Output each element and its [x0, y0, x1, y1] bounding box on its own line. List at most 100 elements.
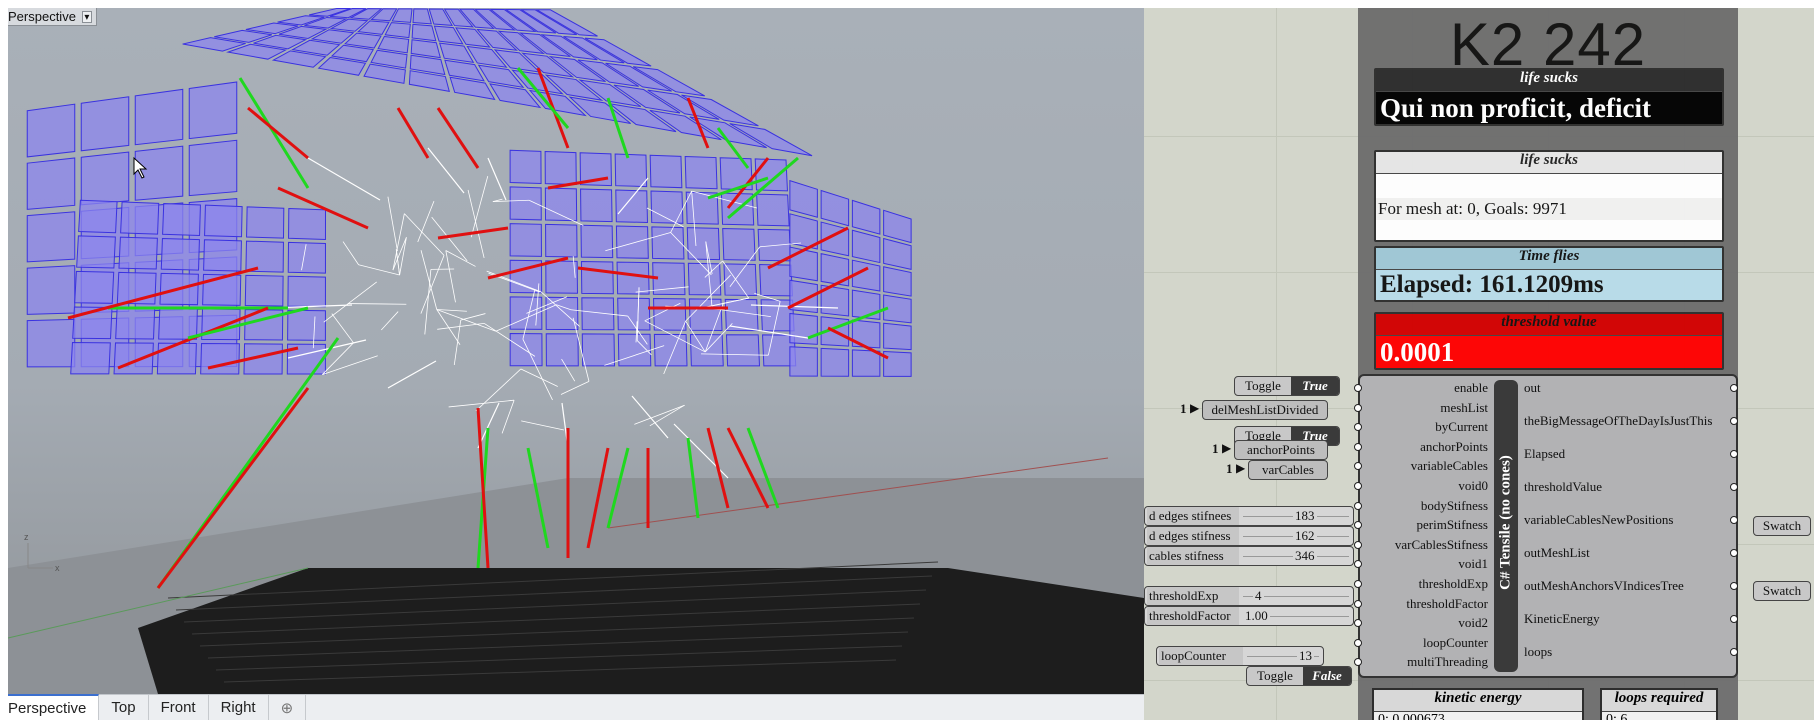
output-port[interactable]: [1730, 450, 1738, 458]
pv-cell: [26, 157, 76, 210]
pv-cell: [160, 237, 200, 271]
output-port[interactable]: [1730, 483, 1738, 491]
tab-top[interactable]: Top: [99, 695, 149, 720]
output-port[interactable]: [1730, 549, 1738, 557]
output-port[interactable]: [1730, 384, 1738, 392]
input-port[interactable]: [1354, 638, 1362, 647]
slider-track[interactable]: 346: [1239, 547, 1353, 565]
slider-track[interactable]: 4: [1239, 587, 1353, 605]
pv-cell: [162, 203, 201, 236]
output-port[interactable]: [1730, 516, 1738, 524]
input-port-label: perimStifness: [1416, 517, 1489, 533]
panel-loops-required[interactable]: loops required 0: 6: [1600, 688, 1718, 720]
input-port[interactable]: [1354, 619, 1362, 628]
pv-cell: [287, 275, 326, 308]
pv-cell: [113, 342, 154, 375]
param-3[interactable]: varCables: [1248, 460, 1328, 480]
panel-elapsed[interactable]: Time flies Elapsed: 161.1209ms: [1374, 246, 1724, 302]
input-port[interactable]: [1354, 560, 1362, 569]
pv-cell: [649, 154, 683, 189]
pv-cell: [616, 261, 650, 295]
pv-cell: [851, 259, 881, 292]
slider-value: 162: [1293, 528, 1317, 544]
swatch-2[interactable]: Swatch: [1753, 581, 1811, 601]
tab-perspective[interactable]: Perspective: [8, 694, 100, 720]
input-port[interactable]: [1354, 403, 1362, 412]
pv-cell: [688, 298, 723, 331]
csharp-tensile-component[interactable]: C# Tensile (no cones) enable meshList byCu…: [1354, 374, 1738, 678]
tab-right[interactable]: Right: [209, 695, 269, 720]
mesh-edge: [387, 360, 437, 389]
slider-track[interactable]: 183: [1239, 507, 1353, 525]
input-port[interactable]: [1354, 501, 1362, 510]
input-port[interactable]: [1354, 462, 1362, 471]
pv-cell: [789, 312, 818, 345]
input-port[interactable]: [1354, 482, 1362, 490]
pv-cell: [580, 260, 614, 295]
pv-cell: [617, 333, 652, 367]
mesh-edge: [395, 249, 400, 276]
perspective-viewport[interactable]: zx Perspective ▾: [8, 8, 1144, 694]
mesh-edge: [307, 157, 381, 201]
swatch-label: Swatch: [1762, 518, 1802, 533]
pv-cell: [244, 274, 284, 307]
toggle-3[interactable]: Toggle False: [1246, 666, 1352, 686]
pv-cell: [188, 81, 238, 140]
panel-threshold[interactable]: threshold value 0.0001: [1374, 312, 1724, 370]
param-2[interactable]: anchorPoints: [1234, 440, 1328, 460]
add-tab-button[interactable]: ⊕: [269, 695, 307, 720]
mesh-edge: [404, 213, 445, 256]
panel-kinetic-energy[interactable]: kinetic energy 0: 0.000673: [1372, 688, 1584, 720]
pv-cell: [204, 204, 243, 238]
input-port-label: void0: [1458, 478, 1488, 493]
pv-cell: [615, 225, 649, 259]
tab-front[interactable]: Front: [149, 695, 209, 720]
output-port[interactable]: [1730, 582, 1738, 590]
output-port-label: theBigMessageOfTheDayIsJustThis: [1524, 413, 1713, 428]
mesh-edge: [631, 395, 669, 439]
output-port[interactable]: [1730, 648, 1738, 656]
toggle-value[interactable]: False: [1303, 667, 1351, 685]
cable-red: [247, 106, 309, 160]
grasshopper-canvas[interactable]: K2 242 life sucks Qui non proficit, defi…: [1144, 8, 1814, 720]
slider-3[interactable]: cables stifness 346: [1144, 546, 1354, 566]
pv-cell: [246, 206, 285, 239]
input-port[interactable]: [1354, 442, 1362, 451]
right-panel: [789, 179, 912, 377]
param-count: 1: [1180, 401, 1187, 416]
input-port[interactable]: [1354, 580, 1362, 588]
panel-motto[interactable]: life sucks Qui non proficit, deficit: [1374, 68, 1724, 126]
tab-label: Perspective: [8, 699, 87, 717]
output-port-label: KineticEnergy: [1524, 611, 1600, 626]
slider-track[interactable]: 1.00: [1239, 607, 1353, 625]
pv-cell: [820, 189, 850, 227]
slider-1[interactable]: d edges stifnees 183: [1144, 506, 1354, 526]
tab-label: Front: [160, 699, 196, 716]
input-port[interactable]: [1354, 384, 1362, 392]
pv-cell: [545, 223, 578, 258]
output-port[interactable]: [1730, 417, 1738, 425]
toggle-1[interactable]: Toggle True: [1234, 376, 1340, 396]
panel-text: 0: 6: [1606, 712, 1628, 720]
param-1[interactable]: delMeshListDivided: [1202, 400, 1328, 420]
pv-cell: [789, 346, 818, 377]
slider-5[interactable]: thresholdFactor 1.00: [1144, 606, 1354, 626]
panel-header: Time flies: [1376, 248, 1722, 270]
panel-goals[interactable]: life sucks For mesh at: 0, Goals: 9971: [1374, 150, 1724, 242]
swatch-1[interactable]: Swatch: [1753, 516, 1811, 536]
input-port[interactable]: [1354, 599, 1362, 608]
pv-cell: [820, 347, 850, 377]
slider-4[interactable]: thresholdExp 4: [1144, 586, 1354, 606]
chevron-down-icon[interactable]: ▾: [81, 10, 92, 23]
input-port[interactable]: [1354, 540, 1362, 549]
input-port[interactable]: [1354, 423, 1362, 432]
output-port[interactable]: [1730, 615, 1738, 623]
slider-2[interactable]: d edges stifness 162: [1144, 526, 1354, 546]
slider-track[interactable]: 162: [1239, 527, 1353, 545]
input-port[interactable]: [1354, 658, 1362, 667]
input-port[interactable]: [1354, 521, 1362, 530]
slider-track[interactable]: 13: [1243, 647, 1323, 665]
viewport-title[interactable]: Perspective ▾: [8, 8, 97, 26]
toggle-value[interactable]: True: [1291, 377, 1339, 395]
slider-6[interactable]: loopCounter 13: [1156, 646, 1324, 666]
